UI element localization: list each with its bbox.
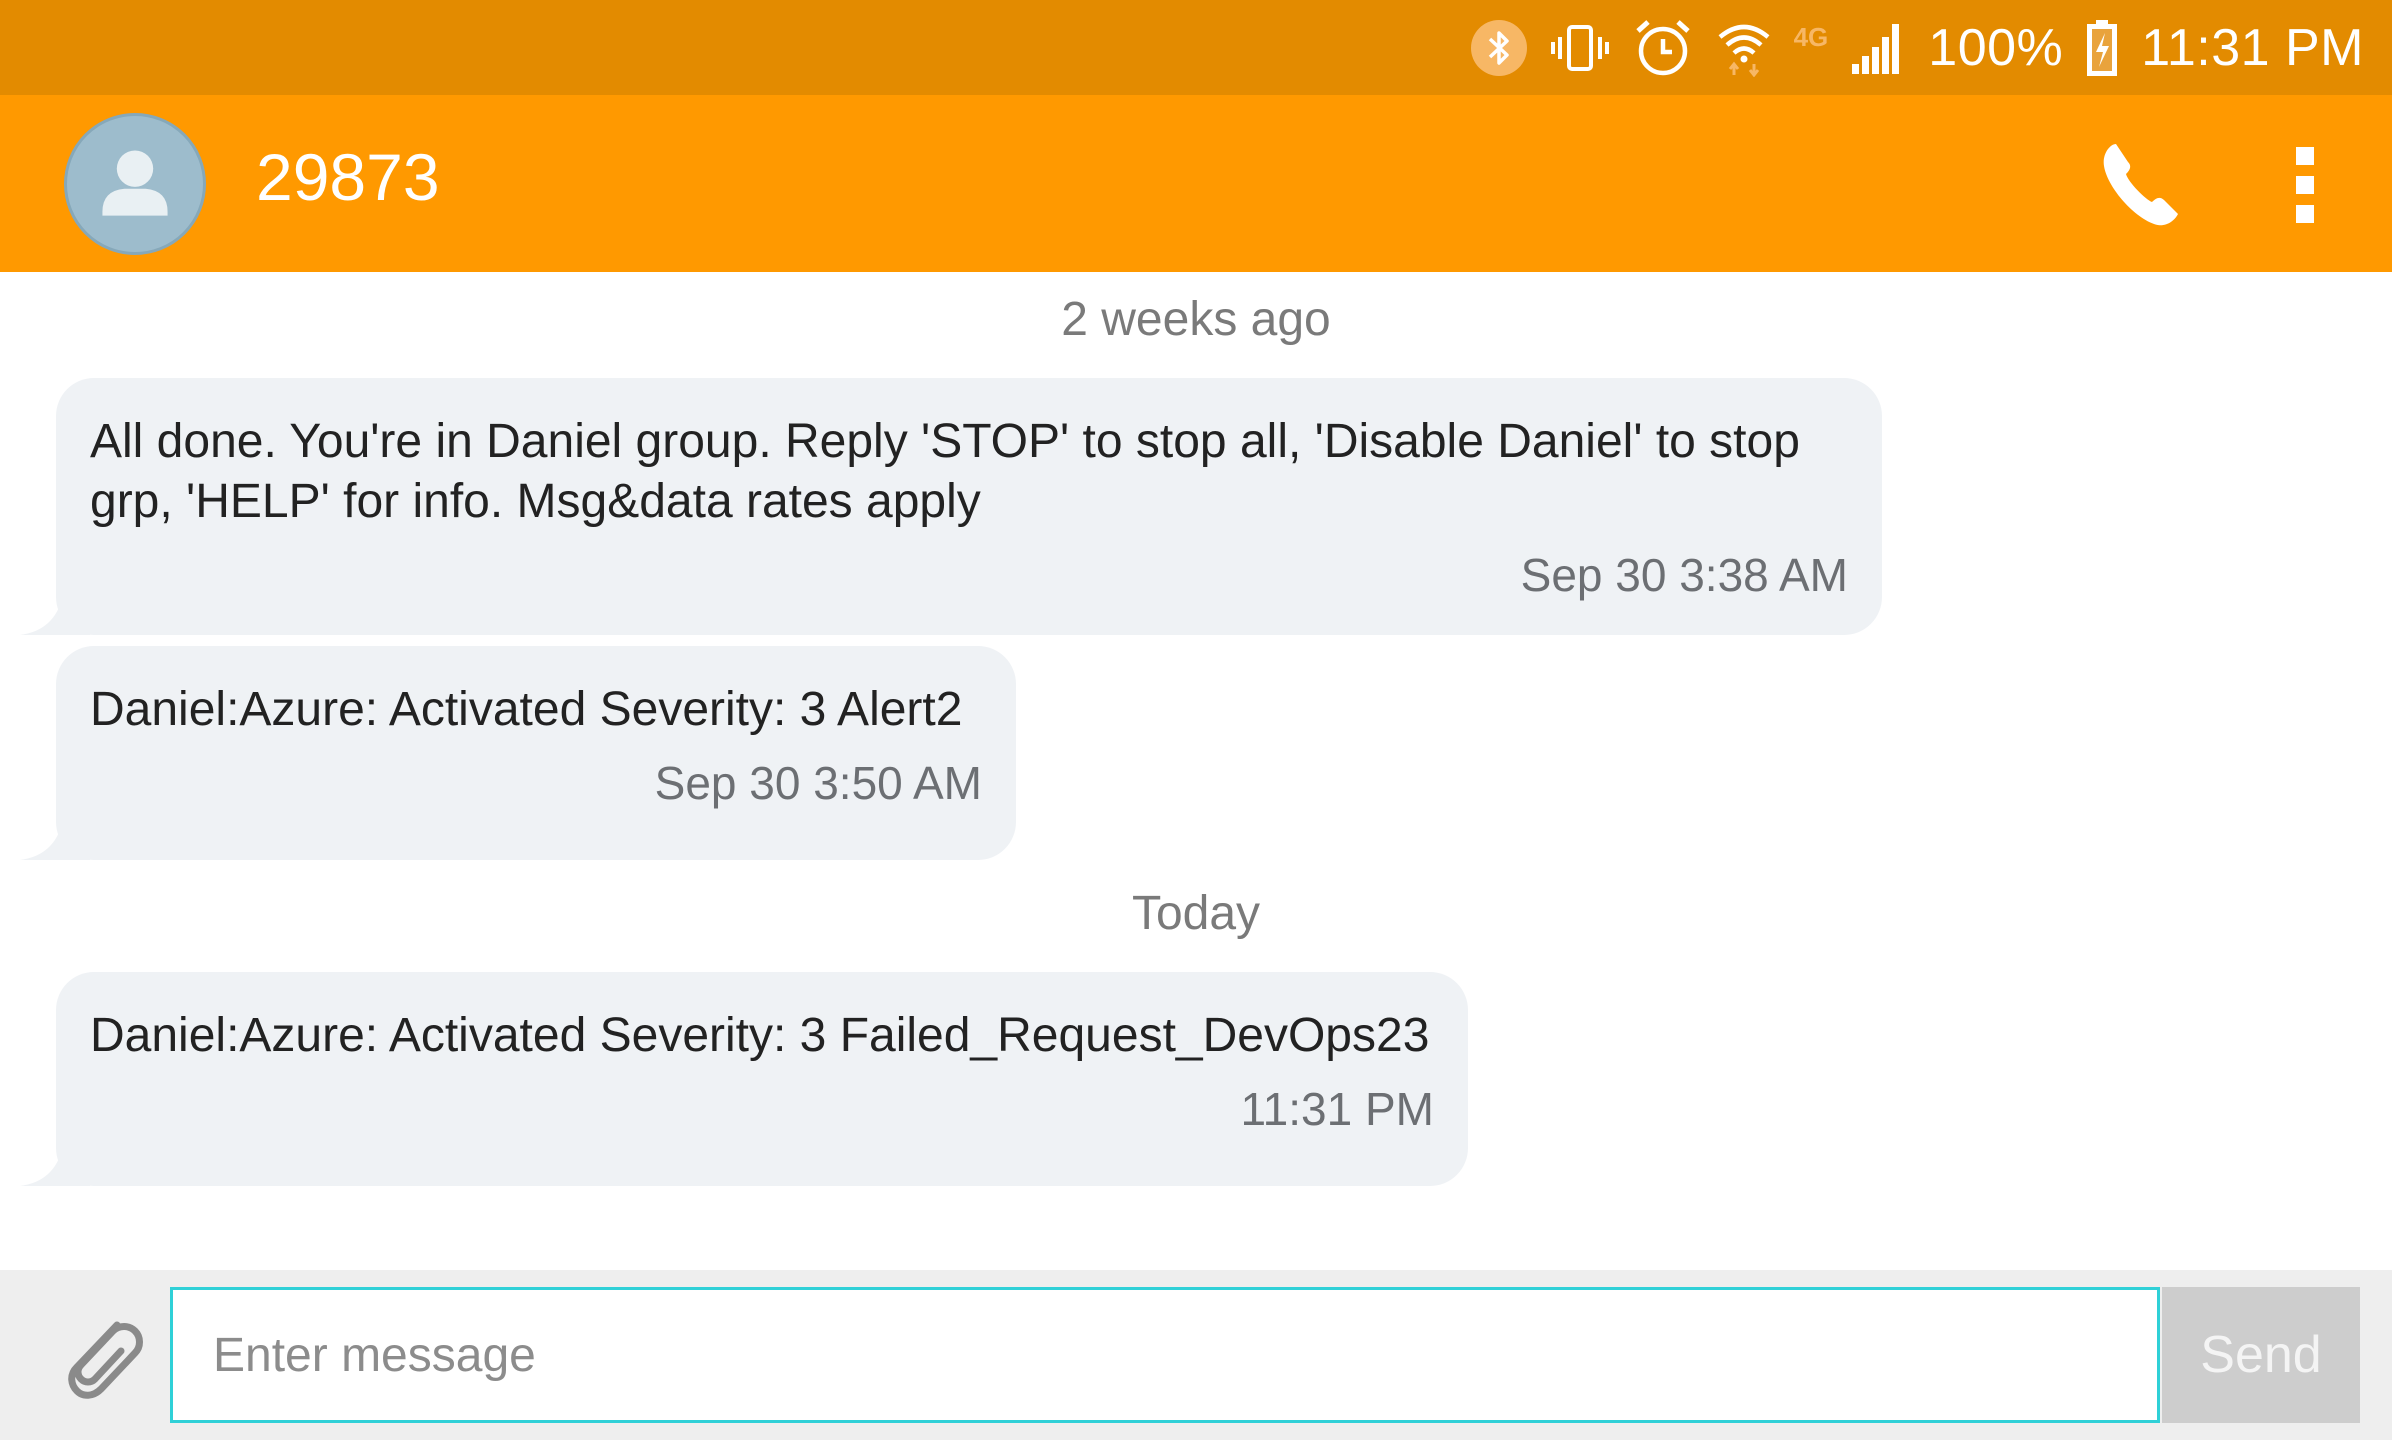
compose-bar: Send [0,1270,2392,1440]
contact-name: 29873 [256,140,440,214]
date-separator: 2 weeks ago [1061,293,1331,346]
message-text: Daniel:Azure: Activated Severity: 3 Fail… [90,1009,1430,1062]
message-bubble[interactable]: Daniel:Azure: Activated Severity: 3 Fail… [20,972,1468,1186]
bubble-tail [20,595,90,635]
avatar-icon[interactable] [64,113,206,255]
bluetooth-icon [1470,19,1528,77]
more-vert-icon[interactable] [2270,135,2340,235]
vibrate-icon [1550,19,1610,77]
date-separator: Today [1131,887,1261,940]
phone-icon[interactable] [2090,135,2190,235]
signal-icon [1850,20,1906,76]
message-text: All done. You're in Daniel group. Reply … [90,415,1800,528]
message-bubble[interactable]: All done. You're in Daniel group. Reply … [20,378,1882,635]
status-bar: 4G 100% 11:31 PM [0,0,2392,95]
conversation-list[interactable]: 2 weeks ago All done. You're in Daniel g… [0,272,2392,1270]
wifi-icon [1716,19,1772,77]
message-timestamp: Sep 30 3:38 AM [1520,549,1848,601]
message-text: Daniel:Azure: Activated Severity: 3 Aler… [90,683,963,736]
send-button[interactable]: Send [2162,1287,2360,1423]
battery-charging-icon [2085,19,2119,77]
message-timestamp: 11:31 PM [1240,1083,1434,1135]
message-bubble[interactable]: Daniel:Azure: Activated Severity: 3 Aler… [20,646,1016,860]
alarm-icon [1632,17,1694,79]
battery-percent: 100% [1928,18,2064,77]
app-bar: 29873 [0,95,2392,272]
bubble-tail [20,820,90,860]
message-timestamp: Sep 30 3:50 AM [654,757,982,809]
paperclip-icon[interactable] [52,1310,147,1405]
clock: 11:31 PM [2141,18,2364,77]
network-type-label: 4G [1793,22,1829,52]
message-input[interactable] [170,1287,2160,1423]
status-icons: 4G 100% 11:31 PM [1470,0,2364,95]
bubble-tail [20,1146,90,1186]
messaging-screen: 4G 100% 11:31 PM 29873 2 weeks ago All d… [0,0,2392,1440]
